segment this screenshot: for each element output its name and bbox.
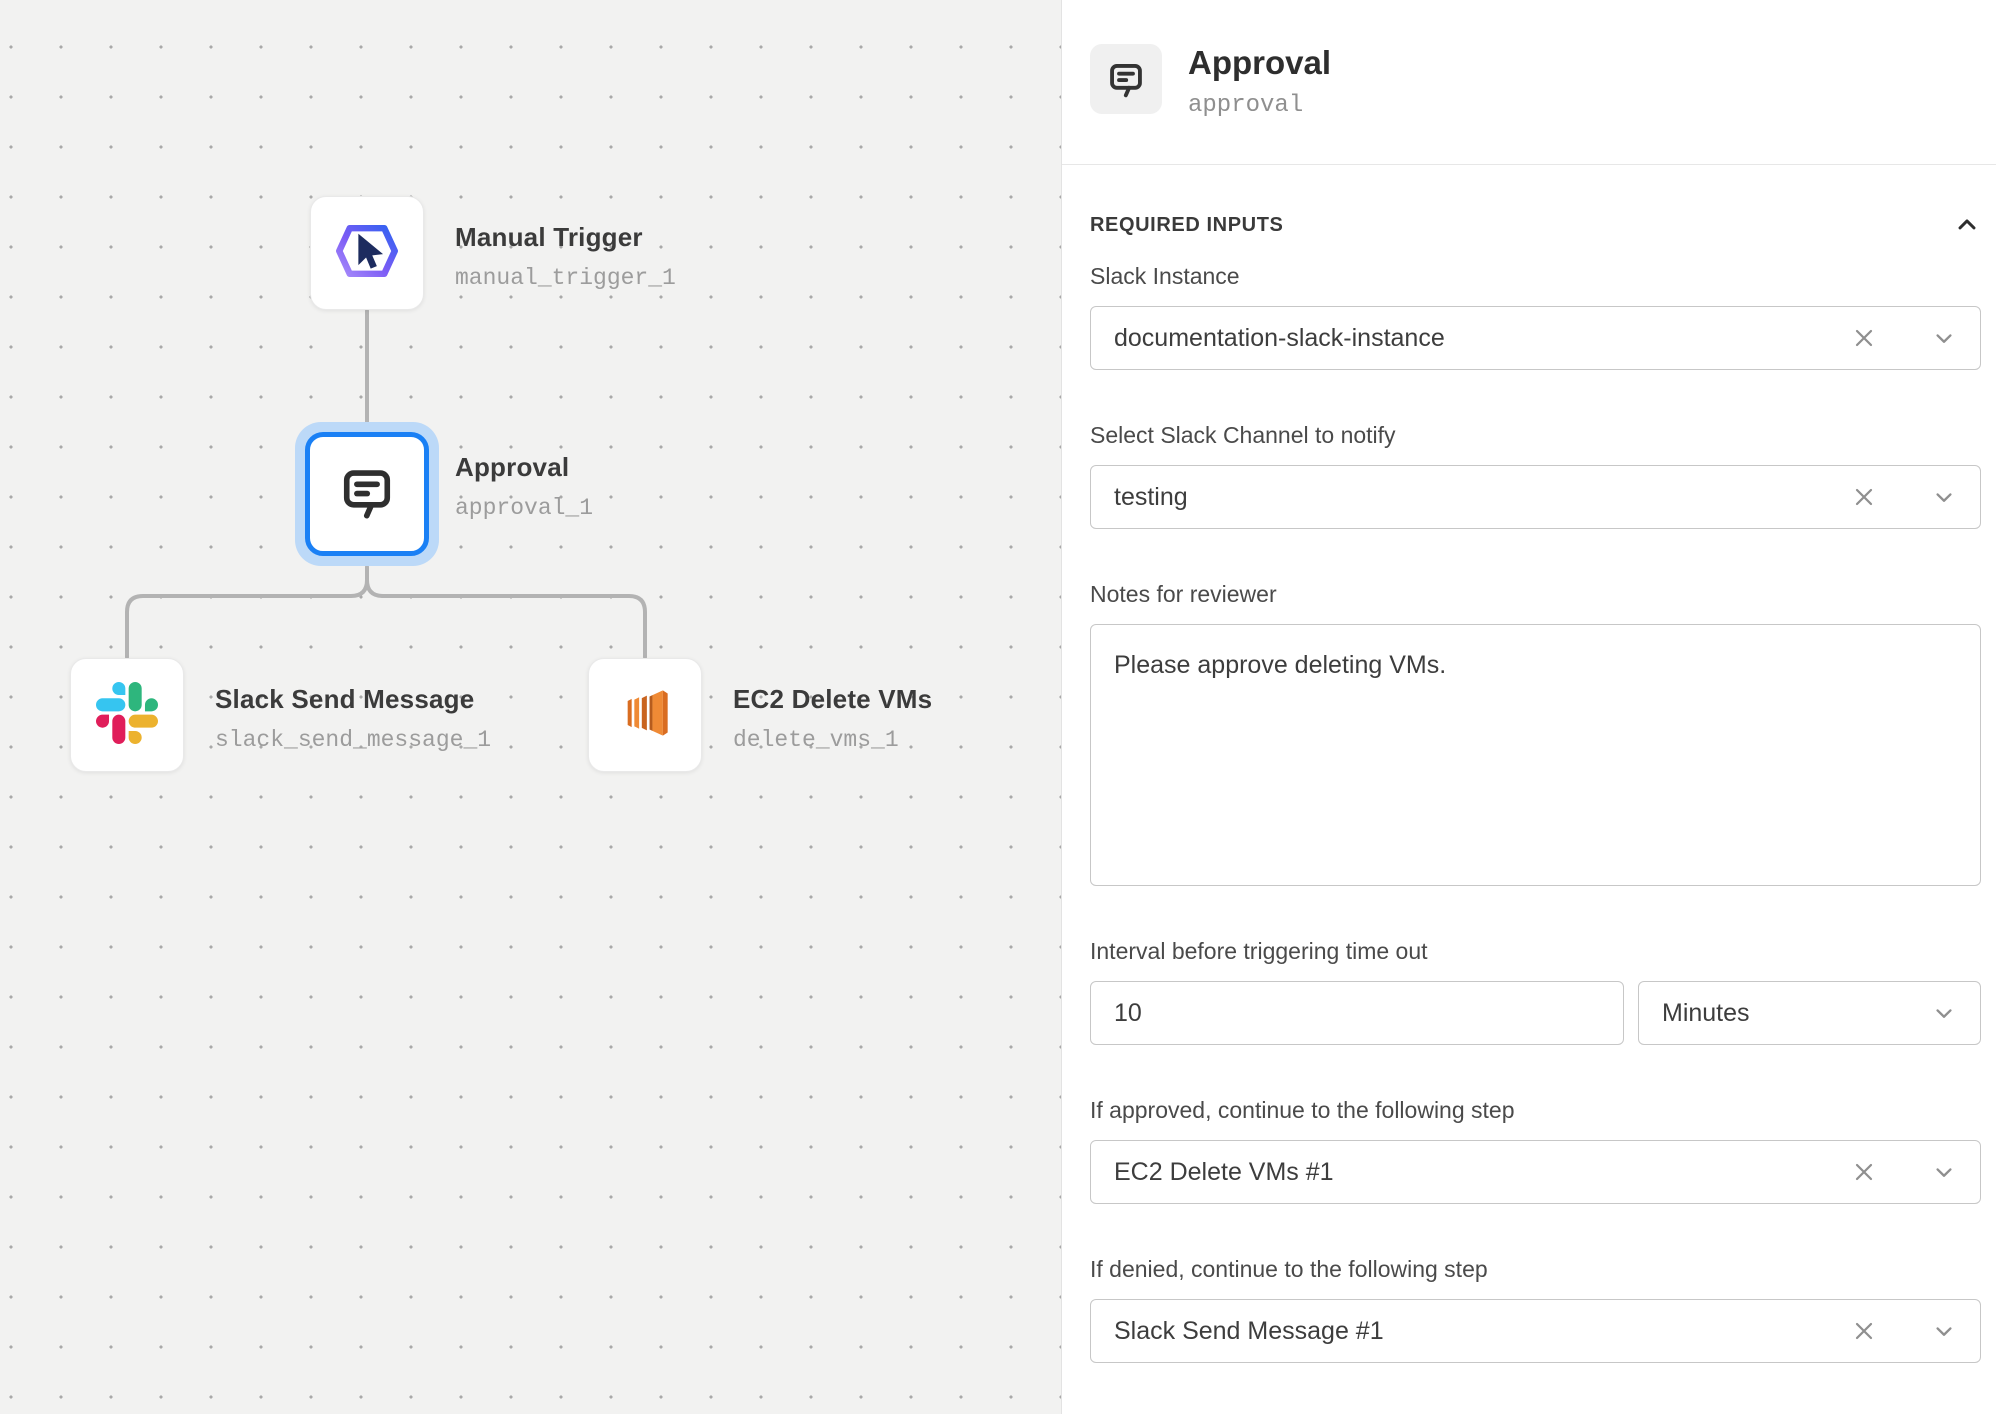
workflow-canvas[interactable]: Manual Trigger manual_trigger_1 Approval… xyxy=(0,0,1061,1414)
chevron-down-icon[interactable] xyxy=(1930,999,1958,1027)
node-subtitle: manual_trigger_1 xyxy=(455,265,676,291)
clear-icon[interactable] xyxy=(1850,1317,1878,1345)
node-manual-trigger[interactable] xyxy=(310,196,424,310)
interval-input-wrap xyxy=(1090,981,1624,1045)
interval-input[interactable] xyxy=(1114,999,1601,1028)
ec2-icon xyxy=(613,681,677,750)
node-label-approval: Approval approval_1 xyxy=(455,452,593,521)
notes-textarea[interactable]: Please approve deleting VMs. xyxy=(1114,651,1957,859)
if-denied-label: If denied, continue to the following ste… xyxy=(1090,1256,1981,1283)
node-ec2-delete-vms[interactable] xyxy=(588,658,702,772)
chevron-down-icon[interactable] xyxy=(1930,1158,1958,1186)
panel-body: REQUIRED INPUTS Slack Instance xyxy=(1062,211,1996,1363)
clear-icon[interactable] xyxy=(1850,324,1878,352)
panel-title: Approval xyxy=(1188,44,1331,82)
approval-icon xyxy=(1090,44,1162,114)
slack-instance-value[interactable] xyxy=(1114,324,1850,353)
node-label-ec2-delete-vms: EC2 Delete VMs delete_vms_1 xyxy=(733,684,932,753)
node-subtitle: delete_vms_1 xyxy=(733,727,932,753)
panel-header-divider xyxy=(1062,164,1996,165)
node-title: Slack Send Message xyxy=(215,684,491,715)
node-subtitle: slack_send_message_1 xyxy=(215,727,491,753)
edge-approval-to-slack xyxy=(127,567,367,657)
if-approved-select[interactable] xyxy=(1090,1140,1981,1204)
notes-textarea-wrap: Please approve deleting VMs. xyxy=(1090,624,1981,886)
workflow-editor: Manual Trigger manual_trigger_1 Approval… xyxy=(0,0,1996,1414)
node-title: Approval xyxy=(455,452,593,483)
node-approval-selection-halo xyxy=(295,422,439,566)
edge-approval-to-ec2 xyxy=(367,580,645,657)
node-subtitle: approval_1 xyxy=(455,495,593,521)
if-denied-value[interactable] xyxy=(1114,1317,1850,1346)
panel-header: Approval approval xyxy=(1062,0,1996,119)
interval-unit-select[interactable]: Minutes xyxy=(1638,981,1981,1045)
chevron-down-icon[interactable] xyxy=(1930,1317,1958,1345)
node-approval[interactable] xyxy=(305,432,429,556)
manual-trigger-icon xyxy=(330,214,404,293)
if-approved-value[interactable] xyxy=(1114,1158,1850,1187)
clear-icon[interactable] xyxy=(1850,1158,1878,1186)
notes-label: Notes for reviewer xyxy=(1090,581,1981,608)
panel-header-texts: Approval approval xyxy=(1188,44,1331,119)
slack-channel-value[interactable] xyxy=(1114,483,1850,512)
approval-icon xyxy=(335,460,399,529)
chevron-down-icon[interactable] xyxy=(1930,483,1958,511)
slack-instance-label: Slack Instance xyxy=(1090,263,1981,290)
slack-channel-label: Select Slack Channel to notify xyxy=(1090,422,1981,449)
chevron-up-icon[interactable] xyxy=(1953,211,1981,239)
interval-label: Interval before triggering time out xyxy=(1090,938,1981,965)
panel-step-id: approval xyxy=(1188,92,1331,119)
clear-icon[interactable] xyxy=(1850,483,1878,511)
interval-unit-value: Minutes xyxy=(1662,999,1930,1028)
node-slack-send-message[interactable] xyxy=(70,658,184,772)
node-label-manual-trigger: Manual Trigger manual_trigger_1 xyxy=(455,222,676,291)
if-denied-select[interactable] xyxy=(1090,1299,1981,1363)
slack-instance-select[interactable] xyxy=(1090,306,1981,370)
node-label-slack-send-message: Slack Send Message slack_send_message_1 xyxy=(215,684,491,753)
node-title: Manual Trigger xyxy=(455,222,676,253)
if-approved-label: If approved, continue to the following s… xyxy=(1090,1097,1981,1124)
slack-channel-select[interactable] xyxy=(1090,465,1981,529)
slack-icon xyxy=(96,682,158,749)
node-title: EC2 Delete VMs xyxy=(733,684,932,715)
step-config-panel: Approval approval REQUIRED INPUTS Slack … xyxy=(1061,0,1996,1414)
chevron-down-icon[interactable] xyxy=(1930,324,1958,352)
section-title: REQUIRED INPUTS xyxy=(1090,214,1283,237)
required-inputs-section-header[interactable]: REQUIRED INPUTS xyxy=(1090,211,1981,239)
